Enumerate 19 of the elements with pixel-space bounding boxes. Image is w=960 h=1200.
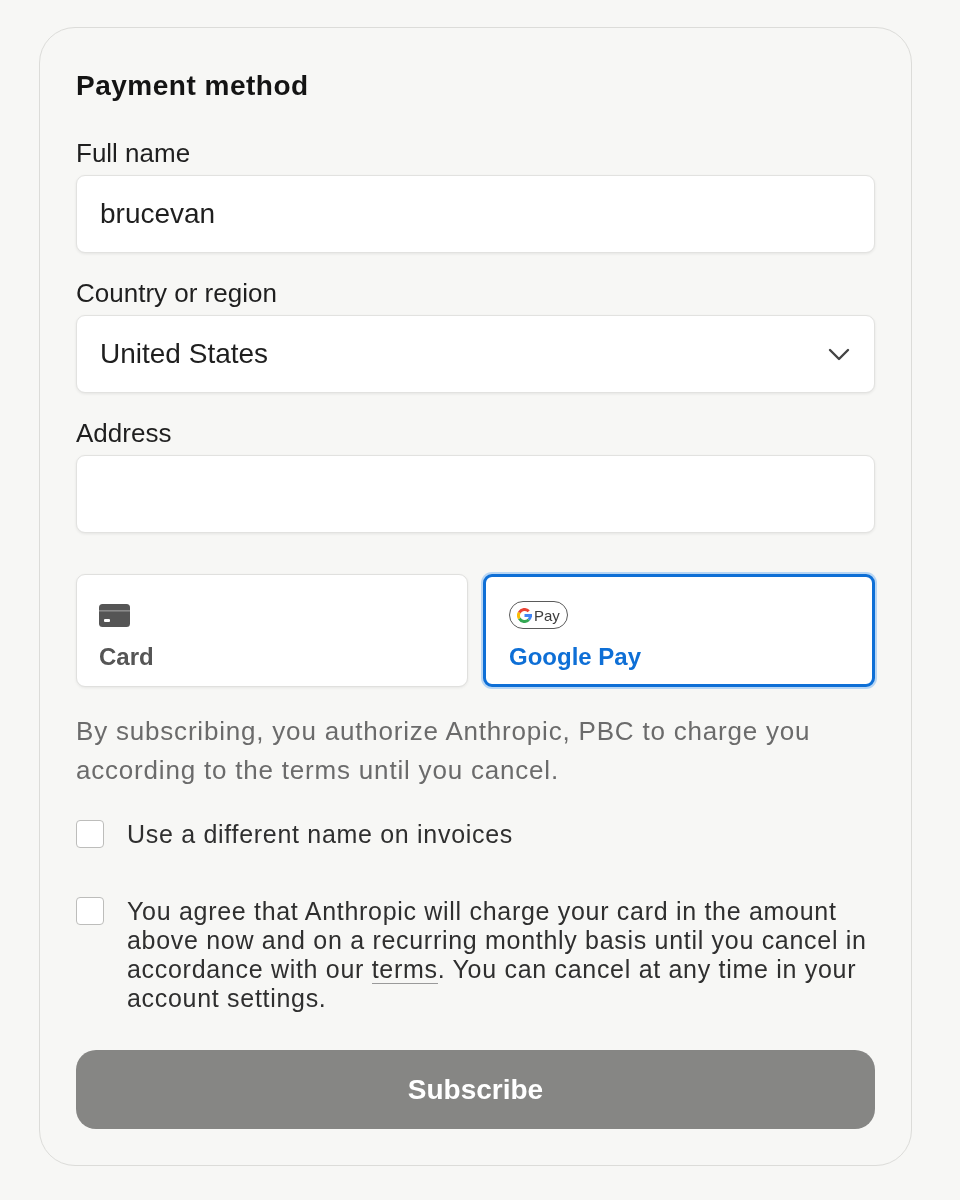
terms-notice: By subscribing, you authorize Anthropic, PBC to charge you according to the terms until you cancel. — [76, 715, 812, 787]
chevron-down-icon — [828, 347, 850, 361]
input-field[interactable] — [76, 455, 875, 533]
field-label: Address — [76, 418, 173, 449]
field-label: Full name — [76, 138, 192, 169]
g-logo-icon — [517, 607, 532, 623]
terms-link[interactable]: terms — [371, 955, 438, 984]
pay-text: Pay — [534, 607, 560, 623]
payment-option-tab[interactable]: Pay Google Pay — [483, 574, 875, 687]
credit-card-icon — [99, 603, 130, 627]
checkbox[interactable] — [76, 897, 104, 925]
input-field[interactable]: brucevan — [76, 175, 875, 253]
field-label: Country or region — [76, 278, 278, 309]
payment-option-tab[interactable]: Card — [76, 574, 468, 687]
checkbox[interactable] — [76, 820, 104, 848]
dropdown-select[interactable]: United States — [76, 315, 875, 393]
checkbox-label: You agree that Anthropic will charge your card in the amount above now and on a recurring monthly basis until you cancel in accordance with our terms. You can cancel at any time in your account settings. — [127, 897, 868, 1013]
checkbox-label: Use a different name on invoices — [127, 820, 514, 849]
form-heading: Payment method — [76, 70, 310, 102]
